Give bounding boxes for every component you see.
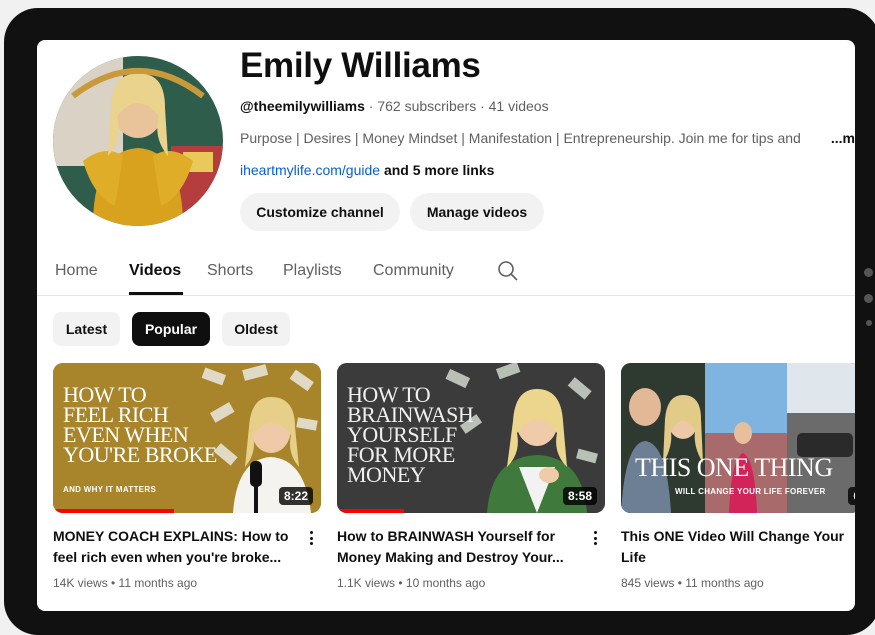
side-button	[864, 268, 873, 277]
video-title[interactable]: This ONE Video Will Change Your Life	[621, 526, 851, 568]
channel-stats: · 762 subscribers · 41 videos	[364, 98, 549, 114]
chip-latest[interactable]: Latest	[53, 312, 120, 346]
channel-meta: @theemilywilliams · 762 subscribers · 41…	[240, 98, 549, 114]
video-thumbnail[interactable]: HOW TO BRAINWASH YOURSELF FOR MORE MONEY…	[337, 363, 605, 513]
tab-home[interactable]: Home	[55, 262, 98, 280]
video-title[interactable]: How to BRAINWASH Yourself for Money Maki…	[337, 526, 577, 568]
watch-progress-bar	[337, 509, 404, 513]
thumbnail-subtext: AND WHY IT MATTERS	[63, 485, 157, 494]
video-title[interactable]: MONEY COACH EXPLAINS: How to feel rich e…	[53, 526, 293, 568]
video-meta: 1.1K views • 10 months ago	[337, 576, 486, 590]
channel-tabs: Home Videos Shorts Playlists Community	[37, 246, 855, 296]
channel-links: iheartmylife.com/guide and 5 more links	[240, 162, 494, 178]
tab-videos[interactable]: Videos	[129, 262, 181, 280]
channel-link[interactable]: iheartmylife.com/guide	[240, 162, 380, 178]
chip-oldest[interactable]: Oldest	[222, 312, 290, 346]
thumbnail-text: HOW TO BRAINWASH YOURSELF FOR MORE MONEY	[347, 382, 474, 487]
watch-progress-bar	[53, 509, 174, 513]
tablet-side-buttons	[864, 268, 874, 338]
thumbnail-text: THIS ONE THING	[635, 453, 833, 482]
customize-channel-button[interactable]: Customize channel	[240, 193, 400, 231]
video-menu-icon[interactable]	[587, 528, 603, 548]
video-menu-icon[interactable]	[303, 528, 319, 548]
side-button	[864, 294, 873, 303]
channel-name: Emily Williams	[240, 46, 481, 85]
tab-playlists[interactable]: Playlists	[283, 262, 342, 280]
video-duration: 6	[848, 487, 855, 505]
video-meta: 845 views • 11 months ago	[621, 576, 764, 590]
video-duration: 8:22	[278, 487, 313, 505]
more-links-button[interactable]: and 5 more links	[380, 162, 495, 178]
camera-dot	[866, 320, 872, 326]
search-icon[interactable]	[497, 260, 519, 282]
manage-videos-button[interactable]: Manage videos	[410, 193, 544, 231]
channel-avatar[interactable]	[53, 56, 223, 226]
active-tab-indicator	[129, 292, 183, 295]
tab-community[interactable]: Community	[373, 262, 454, 280]
video-duration: 8:58	[562, 487, 597, 505]
video-thumbnail[interactable]: THIS ONE THING WILL CHANGE YOUR LIFE FOR…	[621, 363, 855, 513]
video-thumbnail[interactable]: HOW TO FEEL RICH EVEN WHEN YOU'RE BROKE …	[53, 363, 321, 513]
chip-popular[interactable]: Popular	[132, 312, 210, 346]
thumbnail-text: HOW TO FEEL RICH EVEN WHEN YOU'RE BROKE	[63, 382, 217, 467]
thumbnail-subtext: WILL CHANGE YOUR LIFE FOREVER	[675, 487, 826, 496]
screen: Emily Williams @theemilywilliams · 762 s…	[37, 40, 855, 611]
description-more-button[interactable]: ...m	[806, 130, 855, 146]
tab-shorts[interactable]: Shorts	[207, 262, 253, 280]
video-meta: 14K views • 11 months ago	[53, 576, 198, 590]
channel-handle: @theemilywilliams	[240, 98, 365, 114]
channel-description[interactable]: Purpose | Desires | Money Mindset | Mani…	[240, 130, 855, 146]
